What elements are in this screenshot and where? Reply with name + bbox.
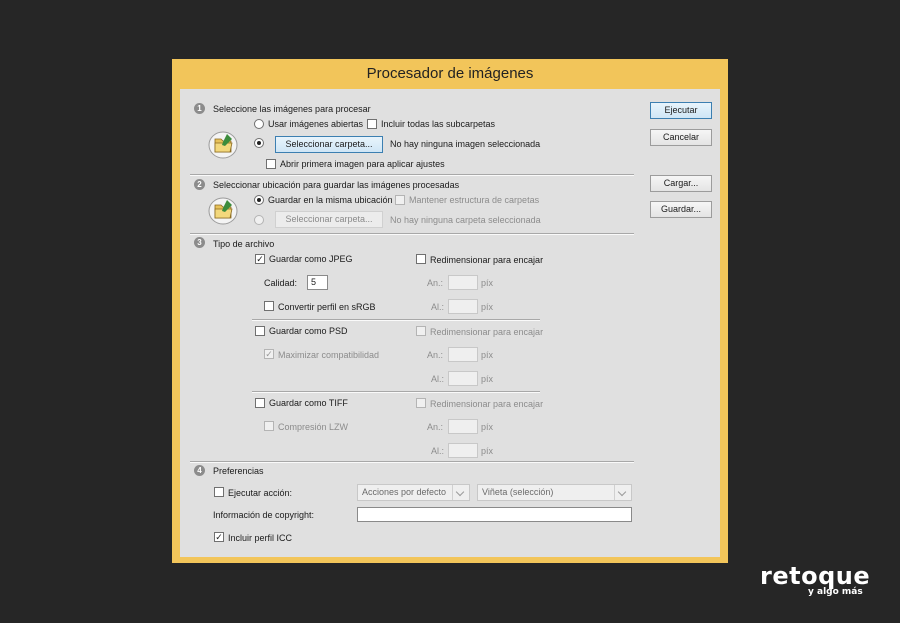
tiff-width-input[interactable]	[448, 419, 478, 434]
chevron-down-icon	[452, 485, 469, 500]
jpeg-height-unit: píx	[481, 302, 494, 312]
select-source-folder-button[interactable]: Seleccionar carpeta...	[275, 136, 383, 153]
keep-structure-checkbox[interactable]	[395, 195, 405, 205]
destination-status-text: No hay ninguna carpeta seleccionada	[390, 215, 541, 225]
include-subfolders-label: Incluir todas las subcarpetas	[381, 119, 496, 129]
tiff-width-unit: píx	[481, 422, 494, 432]
section-3-heading: Tipo de archivo	[213, 239, 275, 249]
section-2-heading: Seleccionar ubicación para guardar las i…	[213, 180, 460, 190]
file-type-divider	[252, 391, 540, 393]
save-as-psd-label: Guardar como PSD	[269, 326, 348, 336]
jpeg-resize-checkbox[interactable]	[416, 254, 426, 264]
psd-height-unit: píx	[481, 374, 494, 384]
include-icc-checkbox[interactable]: ✓	[214, 532, 224, 542]
file-type-divider	[252, 319, 540, 321]
include-icc-label: Incluir perfil ICC	[228, 533, 293, 543]
psd-height-label: Al.:	[431, 374, 445, 384]
section-3-number: 3	[194, 237, 205, 248]
action-value: Viñeta (selección)	[482, 487, 554, 497]
folder-icon	[208, 131, 238, 159]
lzw-compression-label: Compresión LZW	[278, 422, 349, 432]
image-processor-dialog: Procesador de imágenes Ejecutar Cancelar…	[172, 59, 728, 563]
select-folder-radio[interactable]	[254, 138, 264, 148]
folder-save-icon	[208, 197, 238, 225]
jpeg-quality-input[interactable]: 5	[307, 275, 328, 290]
open-first-image-label: Abrir primera imagen para aplicar ajuste…	[280, 159, 445, 169]
dialog-body: Ejecutar Cancelar Cargar... Guardar... 1…	[180, 89, 720, 557]
convert-srgb-checkbox[interactable]	[264, 301, 274, 311]
watermark-main-text: retoque	[760, 562, 871, 590]
psd-resize-label: Redimensionar para encajar	[430, 327, 544, 337]
section-1-heading: Seleccione las imágenes para procesar	[213, 104, 371, 114]
maximize-compatibility-label: Maximizar compatibilidad	[278, 350, 380, 360]
section-divider	[190, 233, 634, 235]
psd-resize-checkbox[interactable]	[416, 326, 426, 336]
tiff-height-unit: píx	[481, 446, 494, 456]
jpeg-height-input[interactable]	[448, 299, 478, 314]
save-as-jpeg-label: Guardar como JPEG	[269, 254, 353, 264]
select-destination-radio[interactable]	[254, 215, 264, 225]
save-same-location-radio[interactable]	[254, 195, 264, 205]
tiff-resize-label: Redimensionar para encajar	[430, 399, 544, 409]
convert-srgb-label: Convertir perfil en sRGB	[278, 302, 376, 312]
jpeg-width-unit: píx	[481, 278, 494, 288]
psd-width-label: An.:	[427, 350, 444, 360]
watermark-sub-text: y algo más	[808, 587, 863, 597]
psd-width-input[interactable]	[448, 347, 478, 362]
jpeg-width-input[interactable]	[448, 275, 478, 290]
tiff-width-label: An.:	[427, 422, 444, 432]
chevron-down-icon	[614, 485, 631, 500]
section-2-number: 2	[194, 179, 205, 190]
action-select[interactable]: Viñeta (selección)	[477, 484, 632, 501]
section-4-heading: Preferencias	[213, 466, 264, 476]
tiff-height-label: Al.:	[431, 446, 445, 456]
run-action-checkbox[interactable]	[214, 487, 224, 497]
tiff-resize-checkbox[interactable]	[416, 398, 426, 408]
save-settings-button[interactable]: Guardar...	[650, 201, 712, 218]
select-destination-folder-button[interactable]: Seleccionar carpeta...	[275, 211, 383, 228]
save-as-jpeg-checkbox[interactable]: ✓	[255, 254, 265, 264]
section-divider	[190, 174, 634, 176]
source-status-text: No hay ninguna imagen seleccionada	[390, 139, 541, 149]
jpeg-quality-label: Calidad:	[264, 278, 298, 288]
run-action-label: Ejecutar acción:	[228, 488, 293, 498]
section-divider	[190, 461, 634, 463]
save-same-location-label: Guardar en la misma ubicación	[268, 195, 393, 205]
jpeg-width-label: An.:	[427, 278, 444, 288]
copyright-label: Información de copyright:	[213, 510, 315, 520]
lzw-compression-checkbox[interactable]	[264, 421, 274, 431]
jpeg-resize-label: Redimensionar para encajar	[430, 255, 544, 265]
copyright-input[interactable]	[357, 507, 632, 522]
save-as-psd-checkbox[interactable]	[255, 326, 265, 336]
run-button[interactable]: Ejecutar	[650, 102, 712, 119]
section-4-number: 4	[194, 465, 205, 476]
save-as-tiff-label: Guardar como TIFF	[269, 398, 348, 408]
keep-structure-label: Mantener estructura de carpetas	[409, 195, 540, 205]
cancel-button[interactable]: Cancelar	[650, 129, 712, 146]
use-open-images-radio[interactable]	[254, 119, 264, 129]
jpeg-height-label: Al.:	[431, 302, 445, 312]
action-set-value: Acciones por defecto	[362, 487, 447, 497]
section-1-number: 1	[194, 103, 205, 114]
psd-width-unit: píx	[481, 350, 494, 360]
load-button[interactable]: Cargar...	[650, 175, 712, 192]
dialog-title: Procesador de imágenes	[366, 65, 534, 82]
maximize-compatibility-checkbox[interactable]: ✓	[264, 349, 274, 359]
save-as-tiff-checkbox[interactable]	[255, 398, 265, 408]
tiff-height-input[interactable]	[448, 443, 478, 458]
action-set-select[interactable]: Acciones por defecto	[357, 484, 470, 501]
include-subfolders-checkbox[interactable]	[367, 119, 377, 129]
use-open-images-label: Usar imágenes abiertas	[268, 119, 364, 129]
open-first-image-checkbox[interactable]	[266, 159, 276, 169]
watermark-logo: retoque y algo más	[760, 562, 871, 597]
psd-height-input[interactable]	[448, 371, 478, 386]
